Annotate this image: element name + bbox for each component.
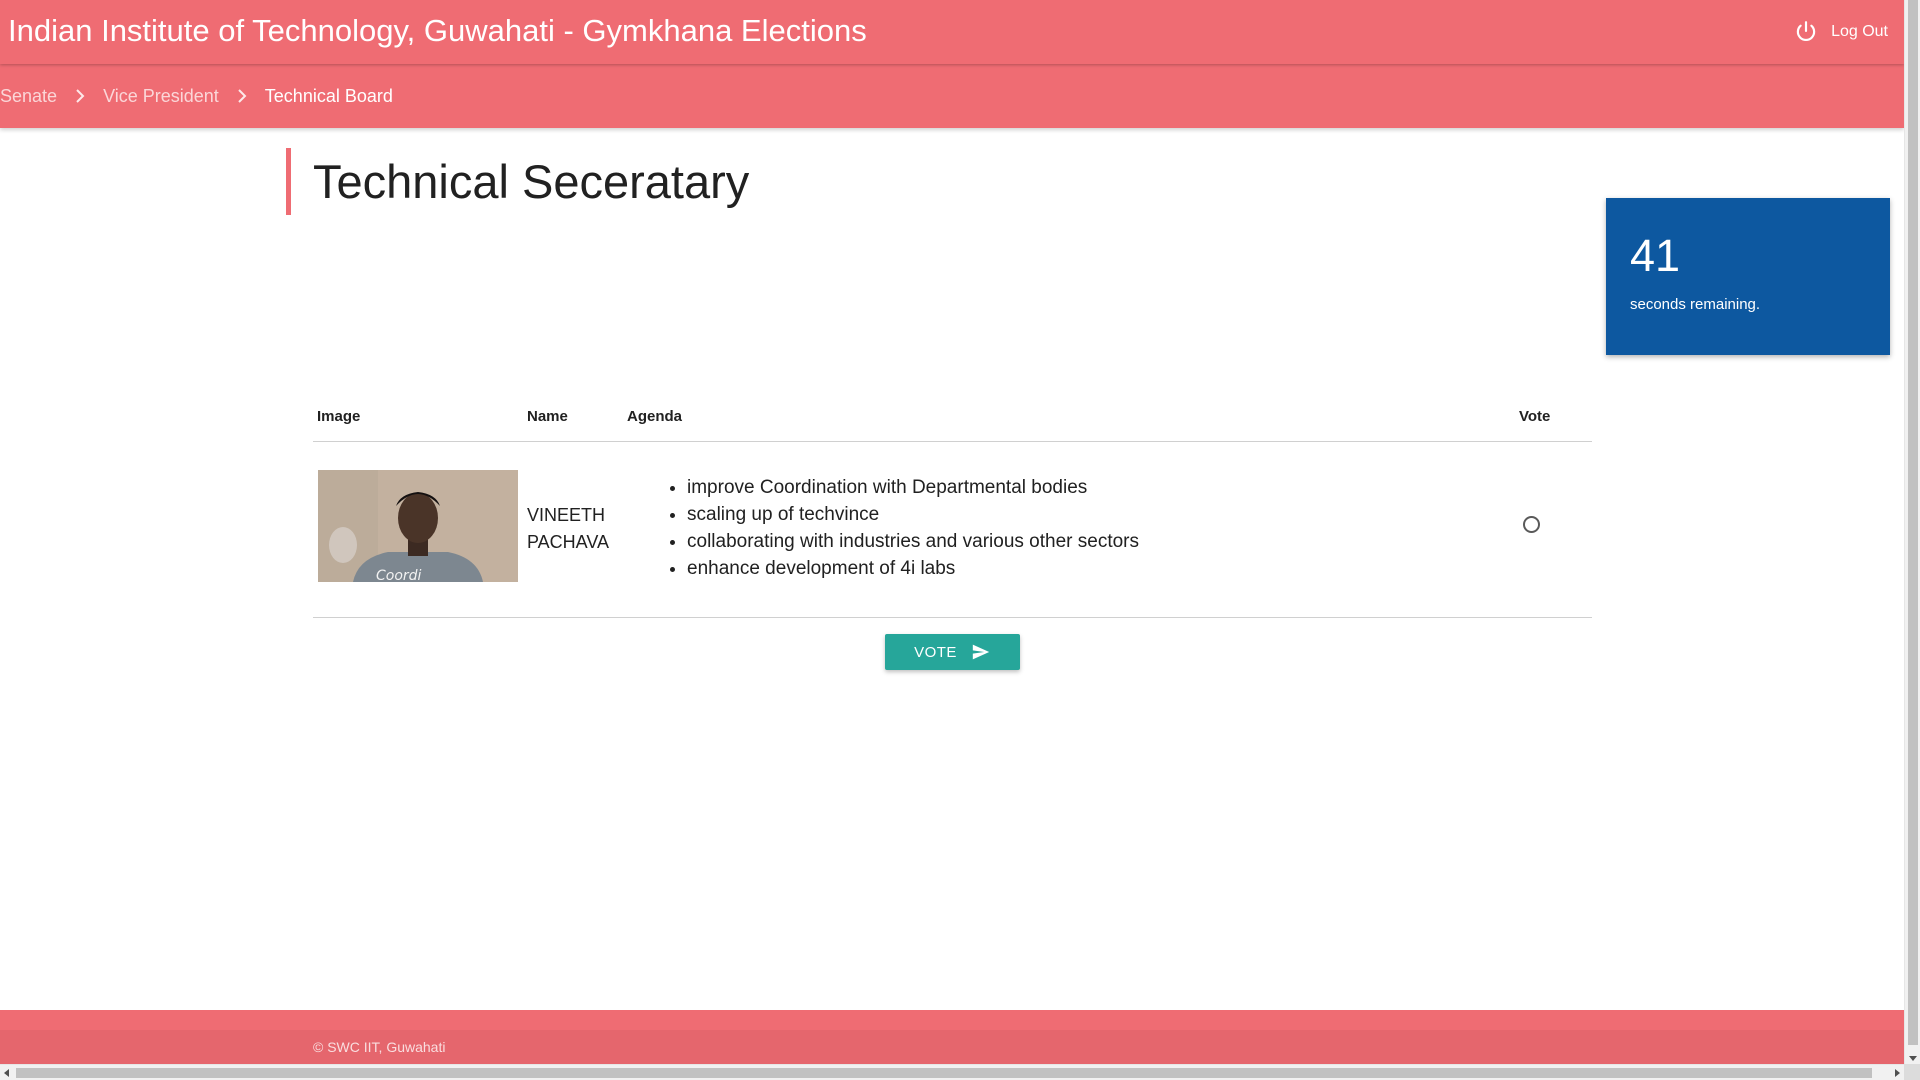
svg-text:Coordi: Coordi (376, 568, 422, 582)
candidate-name: VINEETH PACHAVA (527, 505, 610, 552)
agenda-list: improve Coordination with Departmental b… (667, 474, 1139, 582)
page-title-block: Technical Seceratary (286, 148, 749, 215)
breadcrumb-bar: Senate Vice President Technical Board (0, 64, 1904, 128)
send-icon (972, 644, 990, 660)
table-header: Image Name Agenda Vote (313, 392, 1592, 442)
column-header-agenda: Agenda (627, 408, 683, 425)
page-title: Technical Seceratary (313, 155, 750, 208)
candidate-photo: Coordi (318, 470, 518, 582)
countdown-label: seconds remaining. (1630, 296, 1761, 313)
agenda-item: scaling up of techvince (687, 501, 1139, 528)
vote-button[interactable]: VOTE (885, 634, 1020, 670)
footer-copyright: © SWC IIT, Guwahati (313, 1039, 446, 1055)
column-header-image: Image (317, 408, 361, 425)
vertical-scrollbar-thumb[interactable] (1908, 0, 1918, 1045)
chevron-right-icon (57, 89, 103, 103)
power-icon (1796, 21, 1816, 41)
scroll-left-arrow-icon[interactable] (4, 1069, 9, 1077)
vertical-scrollbar[interactable] (1904, 0, 1920, 1064)
breadcrumb: Senate Vice President Technical Board (0, 64, 393, 128)
horizontal-scrollbar[interactable] (0, 1064, 1904, 1080)
agenda-item: improve Coordination with Departmental b… (687, 474, 1139, 501)
column-header-name: Name (527, 408, 568, 425)
scroll-right-arrow-icon[interactable] (1895, 1069, 1900, 1077)
page: Indian Institute of Technology, Guwahati… (0, 0, 1904, 1064)
candidate-table: Image Name Agenda Vote Coordi VINEETH PA… (313, 392, 1592, 618)
scroll-down-arrow-icon[interactable] (1909, 1056, 1917, 1061)
horizontal-scrollbar-thumb[interactable] (16, 1068, 1872, 1078)
vote-button-label: VOTE (914, 643, 957, 661)
agenda-item: enhance development of 4i labs (687, 555, 1139, 582)
scrollbar-corner (1904, 1064, 1920, 1080)
app-title: Indian Institute of Technology, Guwahati… (8, 13, 867, 48)
column-header-vote: Vote (1519, 408, 1551, 425)
footer-copyright-bar: © SWC IIT, Guwahati (0, 1030, 1904, 1064)
agenda-item: collaborating with industries and variou… (687, 528, 1139, 555)
countdown-card: 41 seconds remaining. (1606, 198, 1890, 355)
breadcrumb-technical-board[interactable]: Technical Board (265, 86, 393, 107)
top-app-bar: Indian Institute of Technology, Guwahati… (0, 0, 1904, 64)
vote-radio[interactable] (1523, 516, 1540, 533)
footer: © SWC IIT, Guwahati (0, 1010, 1904, 1064)
countdown-seconds: 41 (1630, 230, 1681, 281)
table-row: Coordi VINEETH PACHAVA improve Coordinat… (313, 442, 1592, 618)
logout-label: Log Out (1831, 23, 1888, 40)
breadcrumb-vice-president[interactable]: Vice President (103, 86, 219, 107)
logout-button[interactable]: Log Out (1793, 0, 1888, 64)
chevron-right-icon (219, 89, 265, 103)
breadcrumb-senate[interactable]: Senate (0, 86, 57, 107)
